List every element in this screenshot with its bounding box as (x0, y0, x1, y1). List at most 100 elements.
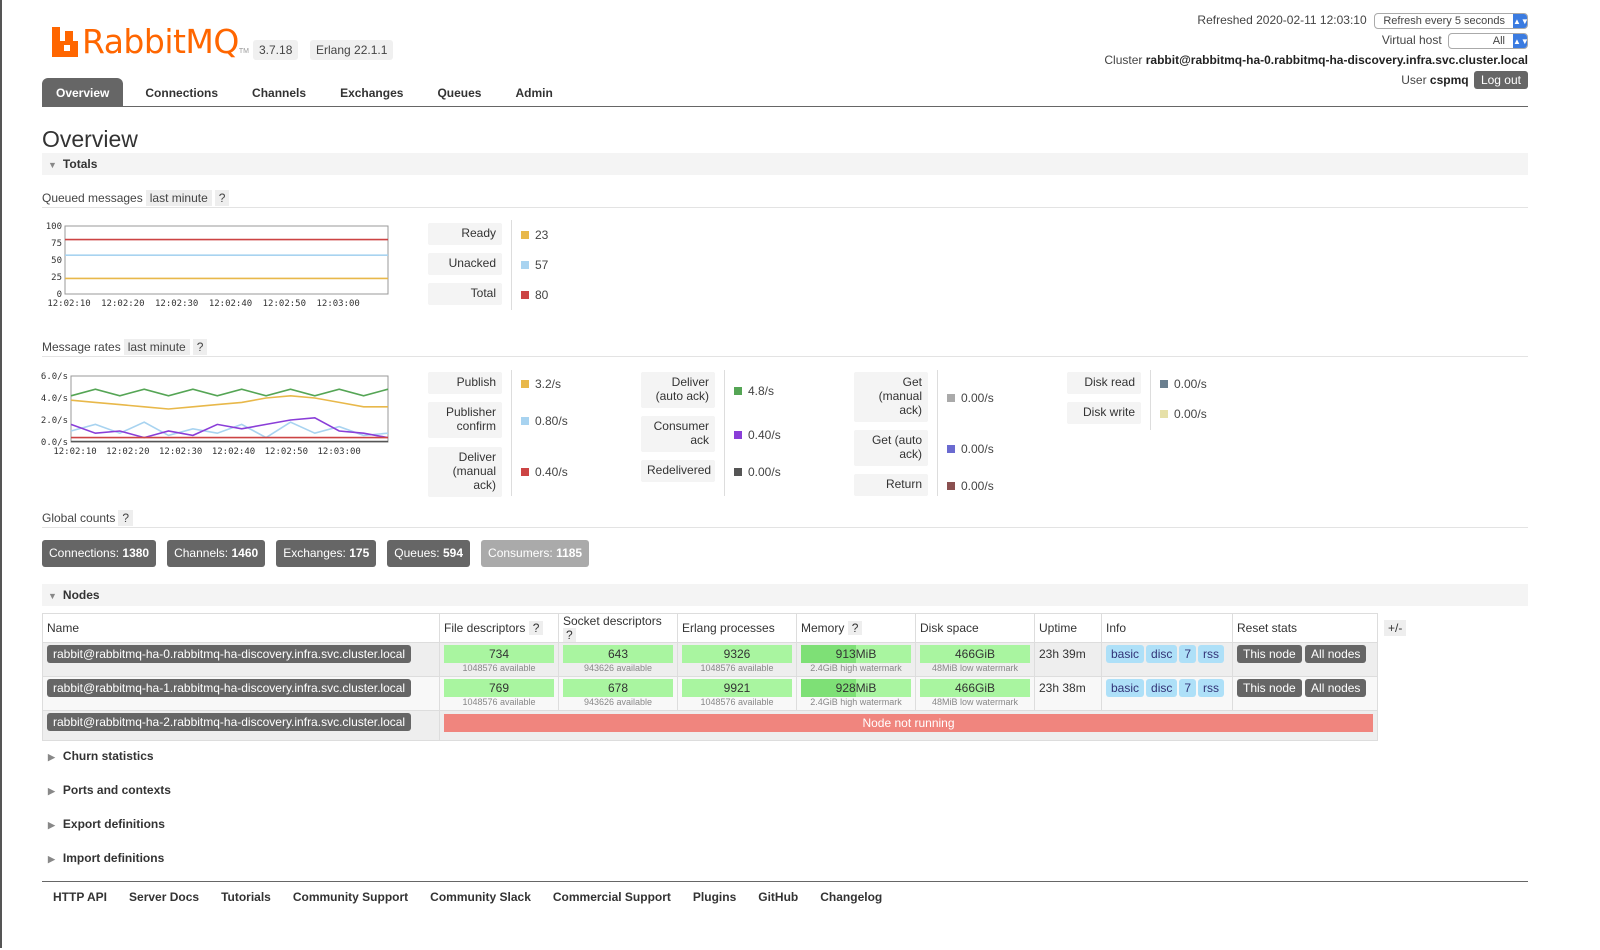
connections-count[interactable]: Connections: 1380 (42, 540, 157, 567)
info-rss-button[interactable]: rss (1198, 645, 1225, 663)
col-file-descriptors: File descriptors ? (439, 613, 559, 643)
columns-toggle-button[interactable]: +/- (1384, 620, 1407, 636)
col-reset-stats: Reset stats (1232, 613, 1378, 643)
reset-all-nodes-button[interactable]: All nodes (1305, 679, 1367, 697)
vhost-select[interactable]: All ▲▼ (1448, 33, 1529, 49)
main-nav-tabs: Overview Connections Channels Exchanges … (42, 78, 567, 107)
footer-link-http-api[interactable]: HTTP API (53, 890, 107, 904)
ports-contexts-section[interactable]: ▶ Ports and contexts (48, 783, 171, 797)
node-name-link[interactable]: rabbit@rabbitmq-ha-1.rabbitmq-ha-discove… (47, 679, 412, 697)
stat-label-get-auto-ack: Get (auto ack) (854, 430, 928, 466)
stat-label-disk-read: Disk read (1067, 372, 1141, 394)
disk-cell: 466GiB 48MiB low watermark (915, 642, 1035, 677)
legend-swatch-deliver-manual (521, 468, 529, 476)
collapsed-triangle-icon: ▶ (48, 820, 55, 830)
stat-value-redelivered: 0.00/s (734, 465, 781, 479)
export-definitions-section[interactable]: ▶ Export definitions (48, 817, 165, 831)
stat-value-deliver-auto-ack: 4.8/s (734, 384, 774, 398)
info-disc-button[interactable]: disc (1146, 645, 1178, 663)
node-name-link[interactable]: rabbit@rabbitmq-ha-0.rabbitmq-ha-discove… (47, 645, 412, 663)
help-button[interactable]: ? (847, 621, 863, 635)
footer-link-community-slack[interactable]: Community Slack (430, 890, 531, 904)
global-counts-help-button[interactable]: ? (118, 510, 134, 526)
x-tick-label: 12:03:00 (316, 299, 359, 309)
version-badge: 3.7.18 (253, 40, 299, 60)
memory-cell: 928MiB 2.4GiB high watermark (796, 676, 916, 711)
tab-exchanges[interactable]: Exchanges (326, 78, 417, 107)
footer-link-changelog[interactable]: Changelog (820, 890, 882, 904)
x-tick-label: 12:02:30 (155, 299, 198, 309)
legend-swatch-get-auto (947, 445, 955, 453)
legend-swatch-deliver-auto (734, 387, 742, 395)
churn-statistics-section[interactable]: ▶ Churn statistics (48, 749, 154, 763)
x-tick-label: 12:02:20 (106, 447, 149, 457)
stat-value-get-auto-ack: 0.00/s (947, 442, 994, 456)
footer-link-community-support[interactable]: Community Support (293, 890, 408, 904)
channels-count[interactable]: Channels: 1460 (167, 540, 266, 567)
memory-bar: 913MiB (801, 645, 911, 663)
info-basic-button[interactable]: basic (1106, 645, 1145, 663)
footer-link-plugins[interactable]: Plugins (693, 890, 736, 904)
info-rss-button[interactable]: rss (1198, 679, 1225, 697)
rates-help-button[interactable]: ? (192, 339, 208, 355)
sd-bar: 678 (563, 679, 673, 697)
rates-range-chip[interactable]: last minute (123, 339, 190, 355)
help-button[interactable]: ? (563, 628, 576, 642)
info-count-button[interactable]: 7 (1179, 645, 1197, 663)
info-count-button[interactable]: 7 (1179, 679, 1197, 697)
tab-connections[interactable]: Connections (131, 78, 232, 107)
message-rates-label: Message rates (42, 340, 121, 354)
nodes-section-header[interactable]: ▼ Nodes (42, 584, 1528, 606)
totals-section-header[interactable]: ▼ Totals (42, 153, 1528, 175)
col-memory: Memory ? (796, 613, 916, 643)
tab-queues[interactable]: Queues (423, 78, 495, 107)
queues-count[interactable]: Queues: 594 (387, 540, 471, 567)
tab-overview[interactable]: Overview (42, 78, 124, 107)
footer-link-commercial-support[interactable]: Commercial Support (553, 890, 671, 904)
ep-available: 1048576 available (700, 663, 774, 673)
consumers-count: Consumers: 1185 (481, 540, 590, 567)
count-label: Exchanges: (283, 546, 346, 560)
info-basic-button[interactable]: basic (1106, 679, 1145, 697)
ep-cell: 9921 1048576 available (677, 676, 797, 711)
queued-range-chip[interactable]: last minute (145, 190, 212, 206)
info-disc-button[interactable]: disc (1146, 679, 1178, 697)
footer-link-github[interactable]: GitHub (758, 890, 798, 904)
x-tick-label: 12:02:30 (159, 447, 202, 457)
consumer-ack-value: 0.40/s (748, 428, 781, 442)
stats-divider (511, 220, 512, 310)
rabbitmq-logo[interactable]: RabbitMQ TM (52, 22, 249, 61)
logo-trademark: TM (238, 48, 249, 55)
divider (42, 527, 1528, 528)
cluster-row: Cluster rabbit@rabbitmq-ha-0.rabbitmq-ha… (1104, 53, 1528, 67)
global-counts: Connections: 1380 Channels: 1460 Exchang… (42, 540, 590, 567)
disk-watermark: 48MiB low watermark (931, 663, 1019, 673)
logout-button[interactable]: Log out (1473, 71, 1528, 89)
disk-bar: 466GiB (920, 645, 1030, 663)
reset-all-nodes-button[interactable]: All nodes (1305, 645, 1367, 663)
legend-swatch-disk-write (1160, 410, 1168, 418)
section-title: Churn statistics (62, 749, 154, 763)
import-definitions-section[interactable]: ▶ Import definitions (48, 851, 164, 865)
global-counts-label: Global counts (42, 511, 116, 525)
ep-bar: 9921 (682, 679, 792, 697)
publish-value: 3.2/s (535, 377, 562, 391)
count-value: 594 (443, 546, 464, 560)
tab-channels[interactable]: Channels (238, 78, 320, 107)
node-name-link[interactable]: rabbit@rabbitmq-ha-2.rabbitmq-ha-discove… (47, 713, 412, 731)
footer-link-tutorials[interactable]: Tutorials (221, 890, 271, 904)
reset-this-node-button[interactable]: This node (1237, 679, 1302, 697)
help-button[interactable]: ? (528, 621, 544, 635)
fd-cell: 734 1048576 available (439, 642, 559, 677)
disk-read-value: 0.00/s (1174, 377, 1207, 391)
collapsed-triangle-icon: ▶ (48, 854, 55, 864)
footer-link-server-docs[interactable]: Server Docs (129, 890, 199, 904)
user-row: User cspmq Log out (1401, 71, 1528, 89)
col-label: Memory (801, 621, 845, 635)
queued-help-button[interactable]: ? (214, 190, 230, 206)
exchanges-count[interactable]: Exchanges: 175 (276, 540, 377, 567)
reset-this-node-button[interactable]: This node (1237, 645, 1302, 663)
tab-admin[interactable]: Admin (501, 78, 566, 107)
refresh-interval-select[interactable]: Refresh every 5 seconds ▲▼ (1374, 13, 1529, 29)
get-auto-value: 0.00/s (961, 442, 994, 456)
